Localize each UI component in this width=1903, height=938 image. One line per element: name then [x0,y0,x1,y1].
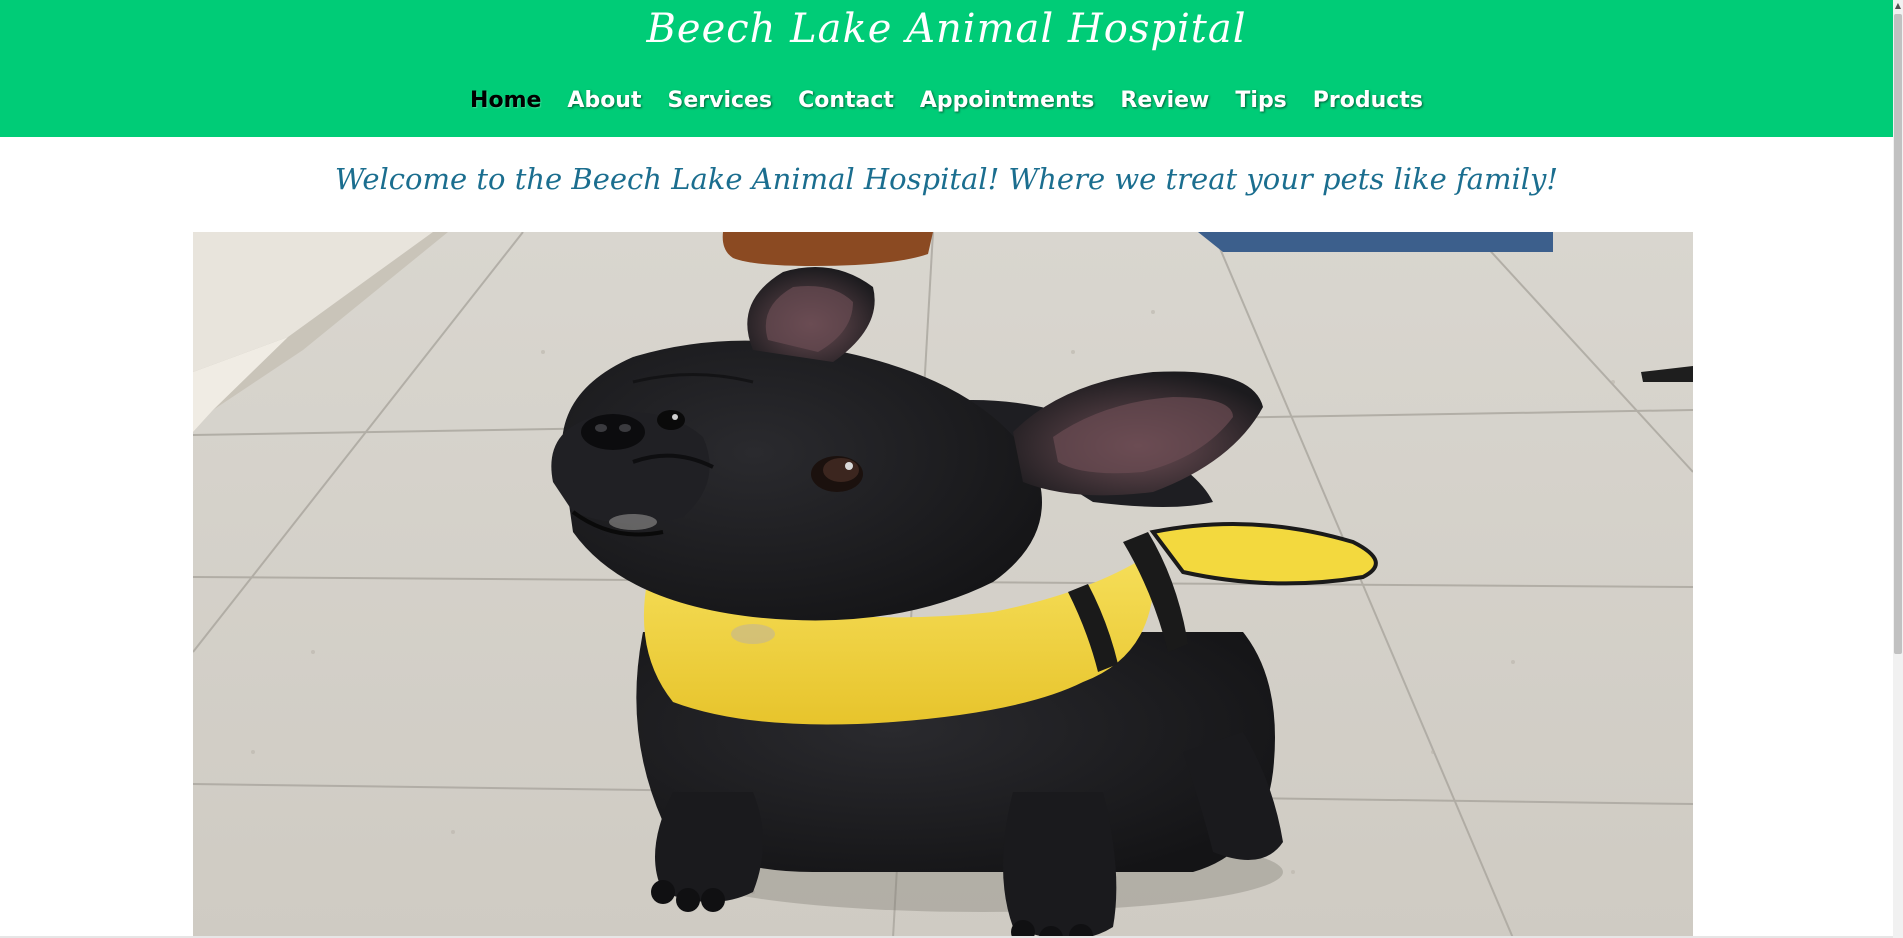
nav-tips-link[interactable]: Tips [1222,84,1299,118]
site-title: Beech Lake Animal Hospital [646,6,1247,52]
nav-services-link[interactable]: Services [655,84,786,118]
hero-photo [193,232,1693,938]
nav-home-link[interactable]: Home [457,84,554,118]
nav-appointments-link[interactable]: Appointments [907,84,1107,118]
site-header: Beech Lake Animal Hospital Home About Se… [0,0,1893,137]
main-nav: Home About Services Contact Appointments… [0,84,1893,118]
nav-about-link[interactable]: About [554,84,654,118]
scrollbar-thumb[interactable] [1894,14,1902,654]
welcome-heading: Welcome to the Beech Lake Animal Hospita… [334,162,1559,196]
vertical-scrollbar[interactable]: ▲ [1893,0,1903,938]
page: Beech Lake Animal Hospital Home About Se… [0,0,1903,938]
french-bulldog-bee-costume-image [193,232,1693,938]
nav-review-link[interactable]: Review [1107,84,1222,118]
scroll-up-arrow-icon[interactable]: ▲ [1893,0,1903,12]
nav-products-link[interactable]: Products [1300,84,1436,118]
nav-contact-link[interactable]: Contact [785,84,907,118]
